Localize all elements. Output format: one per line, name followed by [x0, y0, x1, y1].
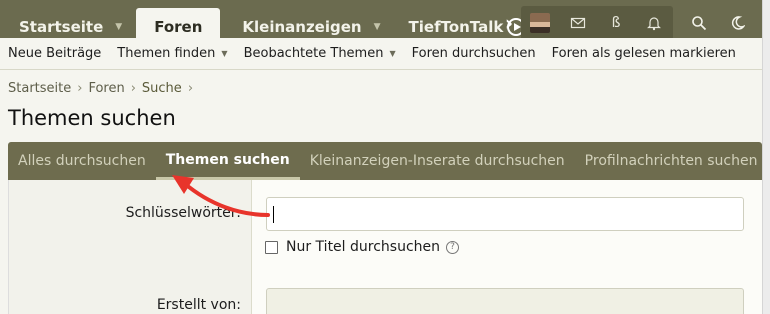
user-area: ß — [521, 6, 673, 40]
tab-search-classifieds[interactable]: Kleinanzeigen-Inserate durchsuchen — [300, 142, 575, 180]
search-tabs: Alles durchsuchen Themen suchen Kleinanz… — [8, 142, 762, 180]
search-form: Schlüsselwörter: Erstellt von: Nur Titel… — [8, 180, 762, 314]
tab-search-threads[interactable]: Themen suchen — [155, 142, 300, 180]
tab-label: Startseite — [19, 18, 104, 36]
breadcrumb-suche[interactable]: Suche — [142, 81, 182, 96]
chevron-down-icon[interactable]: ▼ — [374, 22, 381, 32]
title-only-checkbox[interactable] — [265, 240, 278, 254]
tab-label: TiefTonTalk — [408, 18, 504, 36]
search-tab-label: Themen suchen — [165, 151, 290, 168]
title-only-label: Nur Titel durchsuchen — [286, 239, 441, 255]
tab-search-profile-posts[interactable]: Profilnachrichten suchen — [575, 142, 768, 180]
user-initial: ß — [611, 15, 621, 31]
breadcrumb-foren[interactable]: Foren — [88, 81, 124, 96]
breadcrumb-separator-icon: › — [187, 81, 194, 96]
search-tab-label: Profilnachrichten suchen — [584, 153, 758, 169]
author-label: Erstellt von: — [156, 297, 241, 313]
breadcrumb: Startseite › Foren › Suche › — [8, 81, 193, 96]
bell-icon[interactable] — [635, 6, 673, 40]
help-icon[interactable]: ? — [446, 240, 460, 254]
subnav-search-forums[interactable]: Foren durchsuchen — [412, 46, 536, 61]
subnav-label: Foren als gelesen markieren — [551, 46, 736, 61]
keywords-label: Schlüsselwörter: — [125, 205, 241, 221]
tab-label: Foren — [154, 18, 203, 36]
chevron-down-icon[interactable]: ▼ — [389, 49, 395, 58]
page-title: Themen suchen — [8, 106, 176, 130]
breadcrumb-separator-icon: › — [130, 81, 136, 96]
subnav-find-threads[interactable]: Themen finden ▼ — [117, 46, 227, 61]
form-label-column: Schlüsselwörter: Erstellt von: — [9, 180, 252, 314]
right-icons — [680, 6, 756, 40]
avatar — [530, 13, 550, 33]
title-only-option[interactable]: Nur Titel durchsuchen ? — [265, 239, 460, 255]
user-initial-button[interactable]: ß — [597, 6, 635, 40]
subnav-mark-read[interactable]: Foren als gelesen markieren — [552, 46, 736, 61]
search-icon[interactable] — [680, 6, 718, 40]
search-tab-label: Alles durchsuchen — [18, 153, 146, 169]
search-tab-label: Kleinanzeigen-Inserate durchsuchen — [309, 153, 565, 169]
subnav-label: Beobachtete Themen — [243, 46, 384, 61]
chevron-down-icon[interactable]: ▼ — [221, 49, 227, 58]
tab-search-all[interactable]: Alles durchsuchen — [8, 142, 156, 180]
avatar-button[interactable] — [521, 6, 559, 40]
sub-nav: Neue Beiträge Themen finden ▼ Beobachtete… — [0, 38, 762, 70]
envelope-icon[interactable] — [559, 6, 597, 40]
breadcrumb-separator-icon: › — [77, 81, 83, 96]
moon-icon[interactable] — [718, 6, 756, 40]
subnav-label: Foren durchsuchen — [411, 46, 536, 61]
subnav-label: Neue Beiträge — [8, 46, 102, 61]
author-input[interactable] — [266, 288, 744, 314]
subnav-new-posts[interactable]: Neue Beiträge — [8, 46, 101, 61]
scrollbar[interactable] — [762, 0, 770, 314]
subnav-watched-threads[interactable]: Beobachtete Themen ▼ — [244, 46, 396, 61]
keywords-input[interactable] — [266, 197, 744, 231]
chevron-down-icon[interactable]: ▼ — [115, 22, 122, 32]
tab-label: Kleinanzeigen — [242, 18, 362, 36]
breadcrumb-startseite[interactable]: Startseite — [8, 81, 71, 96]
subnav-label: Themen finden — [117, 46, 216, 61]
